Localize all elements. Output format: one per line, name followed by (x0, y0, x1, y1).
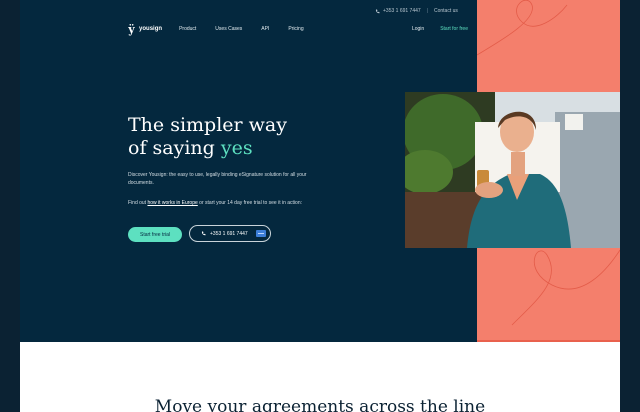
how-it-works-link[interactable]: how it works in Europe (147, 200, 197, 206)
main-nav: ӱ yousign Product Uses Cases API Pricing… (128, 22, 468, 36)
woman-with-phone-image (405, 92, 620, 248)
hero-find-out: Find out how it works in Europe or start… (128, 200, 318, 208)
flag-icon (255, 230, 266, 237)
start-trial-button[interactable]: Start free trial (128, 227, 182, 242)
section-title: Move your agreements across the line (154, 397, 486, 412)
brand-name: yousign (139, 26, 163, 32)
phone-icon (375, 9, 380, 13)
login-link[interactable]: Login (412, 26, 424, 32)
hero-photo (405, 92, 620, 248)
nav-item-api[interactable]: API (261, 26, 269, 32)
nav-item-use-cases[interactable]: Uses Cases (215, 26, 242, 32)
nav-item-pricing[interactable]: Pricing (288, 26, 303, 32)
headline-line-2: of saying yes (128, 137, 348, 160)
topbar-phone[interactable]: +353 1 691 7447 (375, 8, 421, 14)
nav-item-product[interactable]: Product (179, 26, 196, 32)
page-frame: +353 1 691 7447 | Contact us ӱ yousign P… (20, 0, 620, 412)
utility-bar: +353 1 691 7447 | Contact us (375, 8, 458, 14)
call-button-label: +353 1 691 7447 (210, 230, 248, 237)
find-out-suffix: or start your 14 day free trial to see i… (197, 200, 302, 206)
hero-description: Discover Yousign: the easy to use, legal… (128, 172, 307, 186)
hero-headline: The simpler way of saying yes (128, 114, 348, 160)
topbar-phone-text: +353 1 691 7447 (383, 8, 421, 14)
contact-us-link[interactable]: Contact us (434, 8, 458, 14)
headline-accent: yes (220, 137, 253, 159)
call-button[interactable]: +353 1 691 7447 (189, 225, 271, 242)
phone-icon (201, 231, 206, 236)
nav-links: Product Uses Cases API Pricing (179, 26, 304, 32)
brand-logo[interactable]: ӱ yousign (128, 24, 162, 35)
yousign-logo-icon: ӱ (128, 22, 136, 36)
headline-prefix: of saying (128, 137, 221, 159)
topbar-separator: | (426, 8, 428, 14)
find-out-prefix: Find out (128, 200, 148, 206)
nav-actions: Login Start for free (412, 26, 468, 32)
headline-line-1: The simpler way (128, 114, 287, 136)
start-free-link[interactable]: Start for free (440, 26, 468, 32)
